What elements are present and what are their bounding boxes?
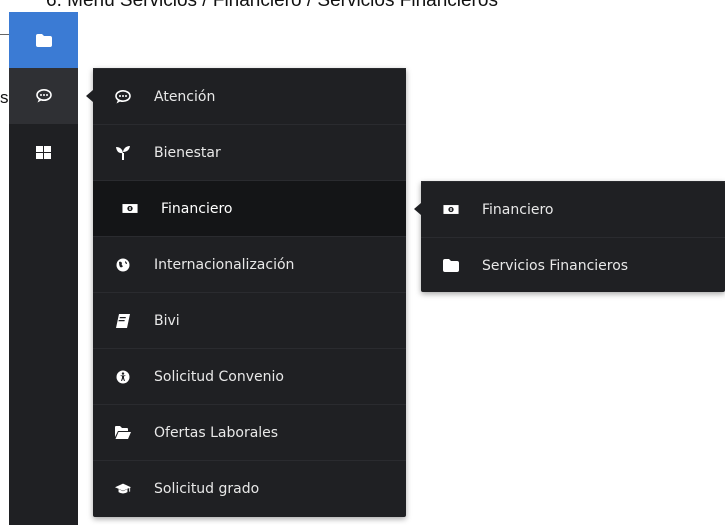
- rail-button-folder[interactable]: [9, 12, 78, 68]
- financiero-submenu: Financiero Servicios Financieros: [414, 181, 725, 293]
- menu-item-label: Ofertas Laborales: [154, 424, 279, 441]
- grid-icon: [36, 145, 51, 159]
- folder-open-icon: [115, 425, 131, 441]
- rail-button-apps[interactable]: [9, 124, 78, 180]
- chat-bubble-icon: [35, 89, 52, 103]
- menu-item-label: Atención: [154, 88, 216, 105]
- menu-item-bienestar[interactable]: Bienestar: [93, 124, 406, 180]
- left-nav-rail: [9, 12, 78, 525]
- menu-item-bivi[interactable]: Bivi: [93, 292, 406, 348]
- menu-item-solicitud-grado[interactable]: Solicitud grado: [93, 460, 406, 516]
- money-icon: [443, 202, 459, 218]
- graduation-cap-icon: [115, 481, 131, 497]
- sprout-icon: [115, 145, 131, 161]
- menu-item-label: Bivi: [154, 312, 180, 329]
- menu-item-solicitud-convenio[interactable]: Solicitud Convenio: [93, 348, 406, 404]
- rail-button-chat[interactable]: [9, 68, 78, 124]
- menu-item-label: Internacionalización: [154, 256, 295, 273]
- divider: [0, 34, 9, 35]
- menu-item-label: Solicitud grado: [154, 480, 260, 497]
- submenu-item-label: Financiero: [482, 201, 554, 218]
- menu-item-internacionalizacion[interactable]: Internacionalización: [93, 236, 406, 292]
- services-menu: Atención Bienestar Financiero Internacio…: [86, 68, 406, 517]
- book-icon: [115, 313, 131, 329]
- money-icon: [122, 201, 138, 217]
- menu-item-ofertas-laborales[interactable]: Ofertas Laborales: [93, 404, 406, 460]
- menu-item-atencion[interactable]: Atención: [93, 68, 406, 124]
- page-caption: 6. Menú Servicios / Financiero / Servici…: [46, 0, 498, 11]
- submenu-item-financiero[interactable]: Financiero: [421, 181, 725, 237]
- accessibility-icon: [115, 369, 131, 385]
- submenu-item-servicios-financieros[interactable]: Servicios Financieros: [421, 237, 725, 293]
- folder-icon: [443, 258, 459, 274]
- menu-item-label: Financiero: [161, 200, 233, 217]
- folder-icon: [35, 33, 52, 47]
- menu-item-label: Solicitud Convenio: [154, 368, 284, 385]
- chat-bubble-icon: [115, 89, 131, 105]
- menu-pointer: [86, 90, 93, 102]
- menu-item-label: Bienestar: [154, 144, 221, 161]
- page-text-fragment: s: [0, 88, 9, 107]
- menu-item-financiero[interactable]: Financiero: [93, 180, 406, 236]
- submenu-item-label: Servicios Financieros: [482, 257, 629, 274]
- menu-pointer: [414, 203, 421, 215]
- globe-icon: [115, 257, 131, 273]
